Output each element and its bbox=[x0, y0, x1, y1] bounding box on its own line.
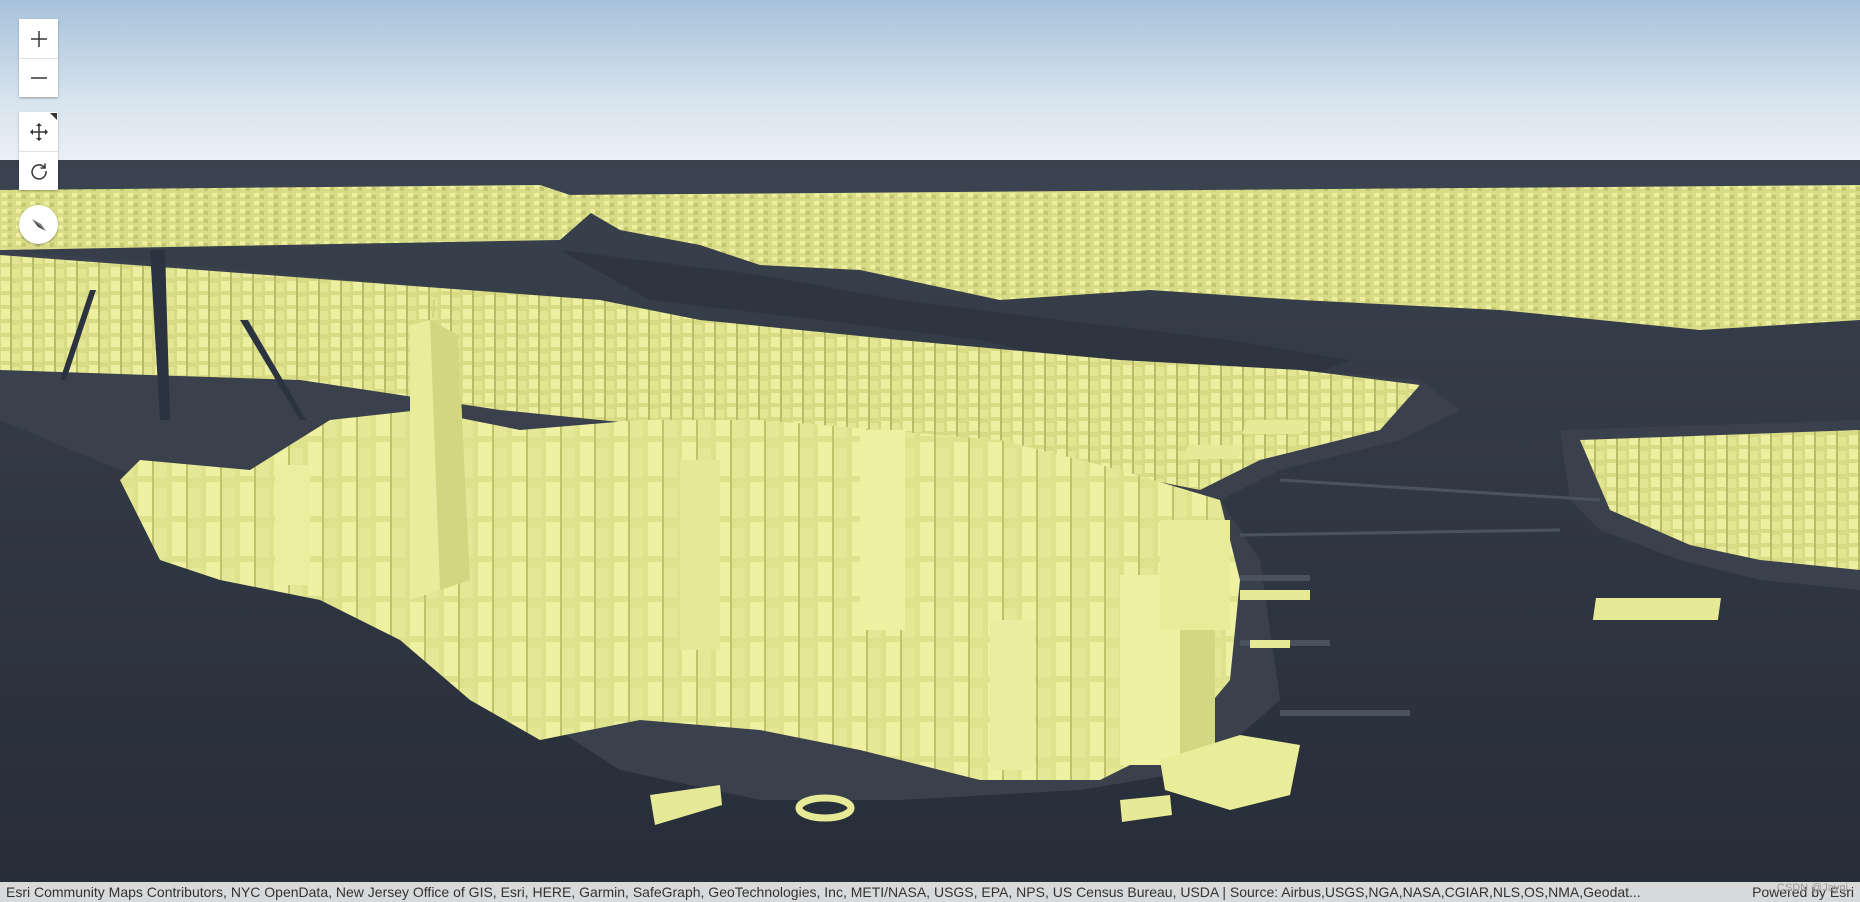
move-arrows-icon bbox=[29, 122, 48, 141]
far-city-west bbox=[0, 185, 600, 250]
tower-d bbox=[680, 460, 720, 650]
sky bbox=[0, 0, 1860, 170]
active-indicator bbox=[50, 113, 57, 120]
brooklyn-pier-building bbox=[1592, 598, 1721, 620]
map-3d-scene[interactable] bbox=[0, 0, 1860, 902]
compass-button[interactable] bbox=[19, 205, 58, 244]
navigation-toggle bbox=[19, 112, 58, 190]
rotate-icon bbox=[30, 163, 47, 180]
minus-icon bbox=[30, 77, 47, 79]
tower-e bbox=[860, 430, 905, 630]
pan-button[interactable] bbox=[19, 112, 58, 151]
zoom-out-button[interactable] bbox=[19, 58, 58, 97]
plus-icon bbox=[30, 30, 47, 47]
compass-needle-icon bbox=[31, 218, 46, 231]
watermark: CSDN @Jayqi bbox=[1776, 882, 1848, 894]
tower-b bbox=[990, 620, 1035, 770]
tower-f bbox=[1160, 520, 1230, 630]
zoom-in-button[interactable] bbox=[19, 19, 58, 58]
rotate-button[interactable] bbox=[19, 151, 58, 190]
attribution-text[interactable]: Esri Community Maps Contributors, NYC Op… bbox=[6, 884, 1641, 900]
zoom-controls bbox=[19, 19, 58, 97]
attribution-bar: Esri Community Maps Contributors, NYC Op… bbox=[0, 882, 1860, 902]
pier bbox=[1240, 575, 1310, 581]
tower-c bbox=[275, 465, 310, 585]
